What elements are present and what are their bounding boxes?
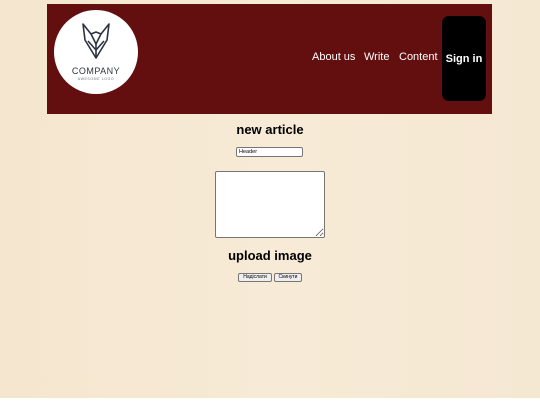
new-article-heading: new article — [236, 122, 304, 137]
article-body-textarea[interactable] — [215, 171, 325, 238]
submit-button[interactable]: Надіслати — [238, 273, 272, 282]
site-header: COMPANY AWESOME LOGO About us Write Cont… — [47, 4, 492, 114]
nav-content-link[interactable]: Content — [399, 51, 438, 63]
upload-image-heading: upload image — [228, 248, 312, 263]
article-header-input[interactable] — [236, 147, 303, 157]
logo-tagline: AWESOME LOGO — [77, 77, 115, 81]
fox-icon — [82, 23, 110, 59]
company-logo[interactable]: COMPANY AWESOME LOGO — [54, 10, 138, 94]
nav-write-link[interactable]: Write — [364, 51, 389, 63]
nav-about-link[interactable]: About us — [312, 51, 355, 63]
logo-text: COMPANY — [71, 66, 121, 76]
sign-in-button[interactable]: Sign in — [442, 16, 486, 101]
reset-button[interactable]: Скинути — [274, 273, 302, 282]
page-bottom-strip — [0, 398, 540, 405]
